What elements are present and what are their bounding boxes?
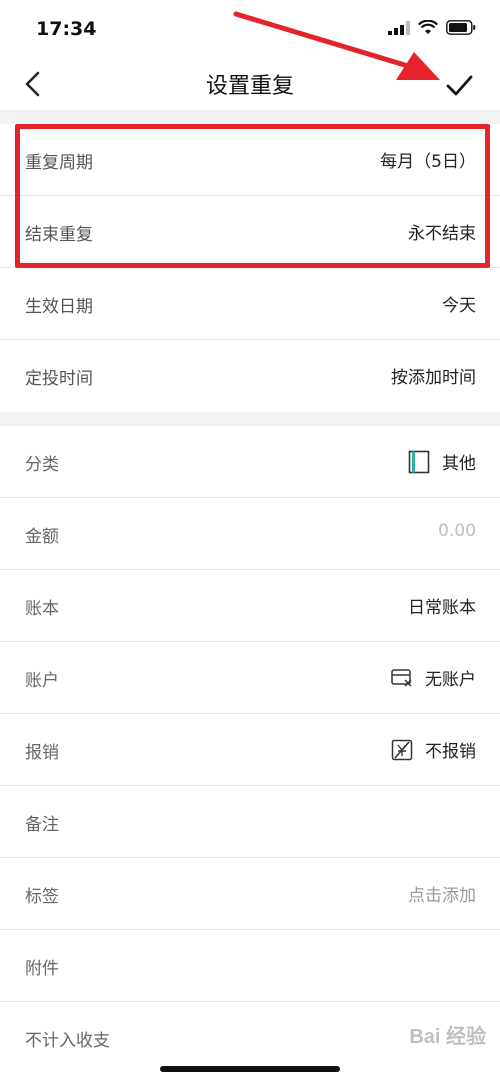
wifi-icon <box>418 20 438 34</box>
card-x-icon <box>391 668 412 687</box>
invest-time-row[interactable]: 定投时间 按添加时间 <box>0 340 500 412</box>
tags-row[interactable]: 标签 点击添加 <box>0 858 500 930</box>
invest-time-value: 按添加时间 <box>391 368 476 388</box>
repeat-cycle-label: 重复周期 <box>25 153 93 173</box>
ledger-label: 账本 <box>25 599 59 619</box>
no-reimburse-icon <box>391 739 413 760</box>
effective-date-row[interactable]: 生效日期 今天 <box>0 268 500 340</box>
nav-bar: 设置重复 <box>0 58 500 110</box>
tags-add-link[interactable]: 点击添加 <box>408 881 476 906</box>
signal-icon <box>388 20 410 35</box>
status-icons <box>388 20 476 35</box>
home-indicator <box>160 1066 340 1072</box>
note-label: 备注 <box>25 815 59 835</box>
confirm-check-icon[interactable] <box>442 68 476 102</box>
amount-label: 金额 <box>25 527 59 547</box>
category-row[interactable]: 分类 其他 <box>0 426 500 498</box>
reimburse-label: 报销 <box>25 743 59 763</box>
ledger-value: 日常账本 <box>408 598 476 618</box>
ledger-row[interactable]: 账本 日常账本 <box>0 570 500 642</box>
book-icon <box>408 450 430 473</box>
category-label: 分类 <box>25 455 59 475</box>
account-value-text: 无账户 <box>425 670 476 690</box>
section-divider <box>0 412 500 426</box>
category-value-text: 其他 <box>442 454 476 474</box>
category-value: 其他 <box>408 449 476 474</box>
invest-time-label: 定投时间 <box>25 369 93 389</box>
reimburse-row[interactable]: 报销 不报销 <box>0 714 500 786</box>
effective-date-label: 生效日期 <box>25 297 93 317</box>
end-repeat-row[interactable]: 结束重复 永不结束 <box>0 196 500 268</box>
effective-date-value: 今天 <box>442 296 476 316</box>
attachment-label: 附件 <box>25 959 59 979</box>
page-title: 设置重复 <box>205 74 294 99</box>
status-bar: 17:34 <box>0 0 500 58</box>
repeat-cycle-row[interactable]: 重复周期 每月（5日） <box>0 124 500 196</box>
account-label: 账户 <box>25 671 59 691</box>
watermark: Bai 经验 <box>409 1026 486 1048</box>
end-repeat-label: 结束重复 <box>25 225 93 245</box>
exclude-label: 不计入收支 <box>25 1031 110 1051</box>
tags-label: 标签 <box>25 887 59 907</box>
end-repeat-value: 永不结束 <box>408 224 476 244</box>
amount-input[interactable]: 0.00 <box>438 521 476 541</box>
attachment-row[interactable]: 附件 <box>0 930 500 1002</box>
amount-row[interactable]: 金额 0.00 <box>0 498 500 570</box>
note-row[interactable]: 备注 <box>0 786 500 858</box>
battery-icon <box>446 20 476 35</box>
reimburse-value-text: 不报销 <box>425 742 476 762</box>
account-value: 无账户 <box>391 665 476 690</box>
repeat-cycle-value: 每月（5日） <box>380 152 476 172</box>
status-time: 17:34 <box>36 18 97 40</box>
reimburse-value: 不报销 <box>391 737 476 762</box>
account-row[interactable]: 账户 无账户 <box>0 642 500 714</box>
section-divider <box>0 110 500 124</box>
